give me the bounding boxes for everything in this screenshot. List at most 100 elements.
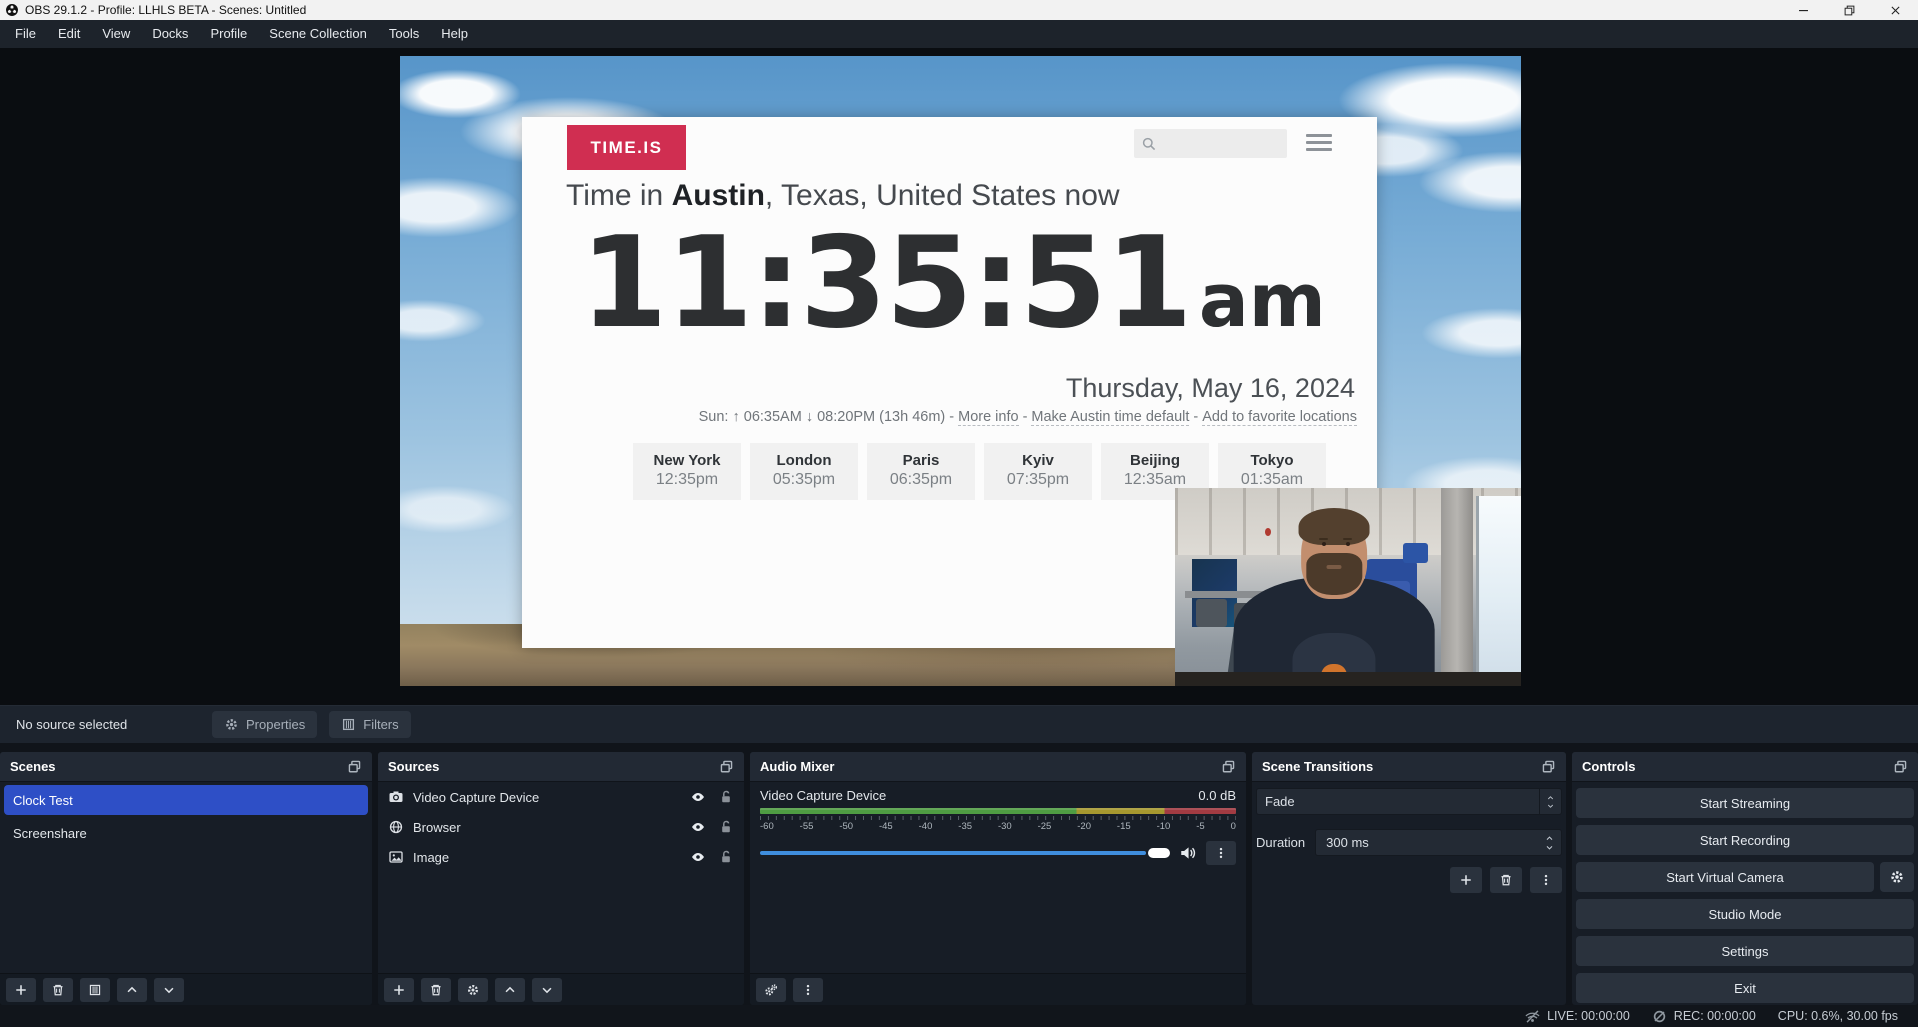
lock-icon[interactable]	[718, 789, 734, 805]
sources-toolbar	[378, 973, 744, 1005]
chevron-down-icon	[162, 983, 176, 997]
spinner-arrows-icon[interactable]	[1544, 834, 1555, 852]
transition-properties-button[interactable]	[1530, 867, 1562, 893]
combo-arrows-icon	[1539, 789, 1561, 814]
source-item-browser[interactable]: Browser	[378, 812, 744, 842]
source-status-text: No source selected	[16, 717, 212, 732]
lock-icon[interactable]	[718, 819, 734, 835]
remove-transition-button[interactable]	[1490, 867, 1522, 893]
visibility-eye-icon[interactable]	[690, 849, 706, 865]
timeis-heading: Time in Austin, Texas, United States now	[566, 179, 1120, 213]
start-recording-button[interactable]: Start Recording	[1576, 825, 1914, 855]
duration-label: Duration	[1256, 835, 1305, 850]
volume-slider[interactable]	[760, 847, 1170, 859]
timeis-logo: TIME.IS	[567, 125, 686, 170]
mixer-toolbar	[750, 973, 1246, 1005]
start-virtual-camera-button[interactable]: Start Virtual Camera	[1576, 862, 1874, 892]
kebab-dots-icon	[1539, 873, 1553, 887]
popout-button[interactable]	[347, 759, 362, 774]
city-box: Kyiv07:35pm	[984, 443, 1092, 500]
add-source-button[interactable]	[384, 978, 414, 1002]
source-item-video-capture[interactable]: Video Capture Device	[378, 782, 744, 812]
filters-button[interactable]: Filters	[329, 711, 410, 738]
title-bar: OBS 29.1.2 - Profile: LLHLS BETA - Scene…	[0, 0, 1918, 20]
audio-mixer-title: Audio Mixer	[760, 759, 834, 774]
advanced-audio-button[interactable]	[756, 978, 786, 1002]
remove-source-button[interactable]	[421, 978, 451, 1002]
dock-area: Scenes Clock Test Screenshare Sources Vi…	[0, 743, 1918, 1005]
more-info-link: More info	[958, 409, 1018, 426]
source-item-image[interactable]: Image	[378, 842, 744, 872]
transitions-title: Scene Transitions	[1262, 759, 1373, 774]
start-streaming-button[interactable]: Start Streaming	[1576, 788, 1914, 818]
sources-panel: Sources Video Capture Device Browser Ima…	[378, 752, 744, 1005]
move-scene-up-button[interactable]	[117, 978, 147, 1002]
popout-button[interactable]	[1221, 759, 1236, 774]
move-source-up-button[interactable]	[495, 978, 525, 1002]
source-properties-button[interactable]	[458, 978, 488, 1002]
timeis-clock-row: 11:35:51 am	[580, 217, 1326, 349]
volume-slider-handle[interactable]	[1148, 848, 1170, 858]
minimize-button[interactable]	[1780, 0, 1826, 20]
minimize-icon	[1797, 4, 1810, 17]
menu-help[interactable]: Help	[430, 20, 479, 48]
menu-edit[interactable]: Edit	[47, 20, 91, 48]
menu-file[interactable]: File	[4, 20, 47, 48]
studio-mode-button[interactable]: Studio Mode	[1576, 899, 1914, 929]
cam-desk	[1175, 672, 1521, 686]
add-transition-button[interactable]	[1450, 867, 1482, 893]
popout-button[interactable]	[719, 759, 734, 774]
popout-button[interactable]	[1541, 759, 1556, 774]
search-icon	[1141, 136, 1157, 152]
scene-item-clock-test[interactable]: Clock Test	[4, 785, 368, 815]
timeis-clock: 11:35:51	[580, 217, 1191, 349]
move-scene-down-button[interactable]	[154, 978, 184, 1002]
add-favorite-link: Add to favorite locations	[1202, 409, 1357, 426]
settings-button[interactable]: Settings	[1576, 936, 1914, 966]
scene-filters-button[interactable]	[80, 978, 110, 1002]
move-source-down-button[interactable]	[532, 978, 562, 1002]
cam-person-mouth	[1327, 565, 1342, 569]
add-scene-button[interactable]	[6, 978, 36, 1002]
visibility-eye-icon[interactable]	[690, 789, 706, 805]
chevron-up-icon	[503, 983, 517, 997]
live-status: LIVE: 00:00:00	[1525, 1009, 1630, 1024]
duration-spinbox[interactable]: 300 ms	[1315, 829, 1562, 856]
sun-info: Sun: ↑ 06:35AM ↓ 08:20PM (13h 46m)	[699, 409, 946, 425]
remove-scene-button[interactable]	[43, 978, 73, 1002]
mixer-channel-name: Video Capture Device	[760, 788, 886, 803]
menu-docks[interactable]: Docks	[141, 20, 199, 48]
plus-icon	[1459, 873, 1473, 887]
filters-icon	[88, 983, 102, 997]
close-icon	[1889, 4, 1902, 17]
restore-icon	[1843, 4, 1856, 17]
record-off-icon	[1652, 1009, 1667, 1024]
mixer-options-button[interactable]	[1206, 841, 1236, 865]
trash-icon	[1499, 873, 1513, 887]
exit-button[interactable]: Exit	[1576, 973, 1914, 1003]
popout-icon	[347, 759, 362, 774]
webcam-source[interactable]	[1175, 488, 1521, 686]
speaker-icon	[1179, 844, 1197, 862]
transition-select[interactable]: Fade	[1256, 788, 1562, 815]
mute-button[interactable]	[1179, 844, 1197, 862]
city-box: New York12:35pm	[633, 443, 741, 500]
scene-item-screenshare[interactable]: Screenshare	[4, 818, 368, 848]
volume-meter	[760, 808, 1236, 814]
close-button[interactable]	[1872, 0, 1918, 20]
menu-tools[interactable]: Tools	[378, 20, 430, 48]
visibility-eye-icon[interactable]	[690, 819, 706, 835]
popout-icon	[1221, 759, 1236, 774]
controls-title: Controls	[1582, 759, 1635, 774]
menu-scene-collection[interactable]: Scene Collection	[258, 20, 378, 48]
virtual-camera-config-button[interactable]	[1880, 862, 1914, 892]
popout-button[interactable]	[1893, 759, 1908, 774]
source-toolbar: No source selected Properties Filters	[0, 705, 1918, 743]
window-title: OBS 29.1.2 - Profile: LLHLS BETA - Scene…	[25, 3, 306, 17]
restore-button[interactable]	[1826, 0, 1872, 20]
mixer-menu-button[interactable]	[793, 978, 823, 1002]
lock-icon[interactable]	[718, 849, 734, 865]
menu-profile[interactable]: Profile	[199, 20, 258, 48]
properties-button[interactable]: Properties	[212, 711, 317, 738]
menu-view[interactable]: View	[91, 20, 141, 48]
